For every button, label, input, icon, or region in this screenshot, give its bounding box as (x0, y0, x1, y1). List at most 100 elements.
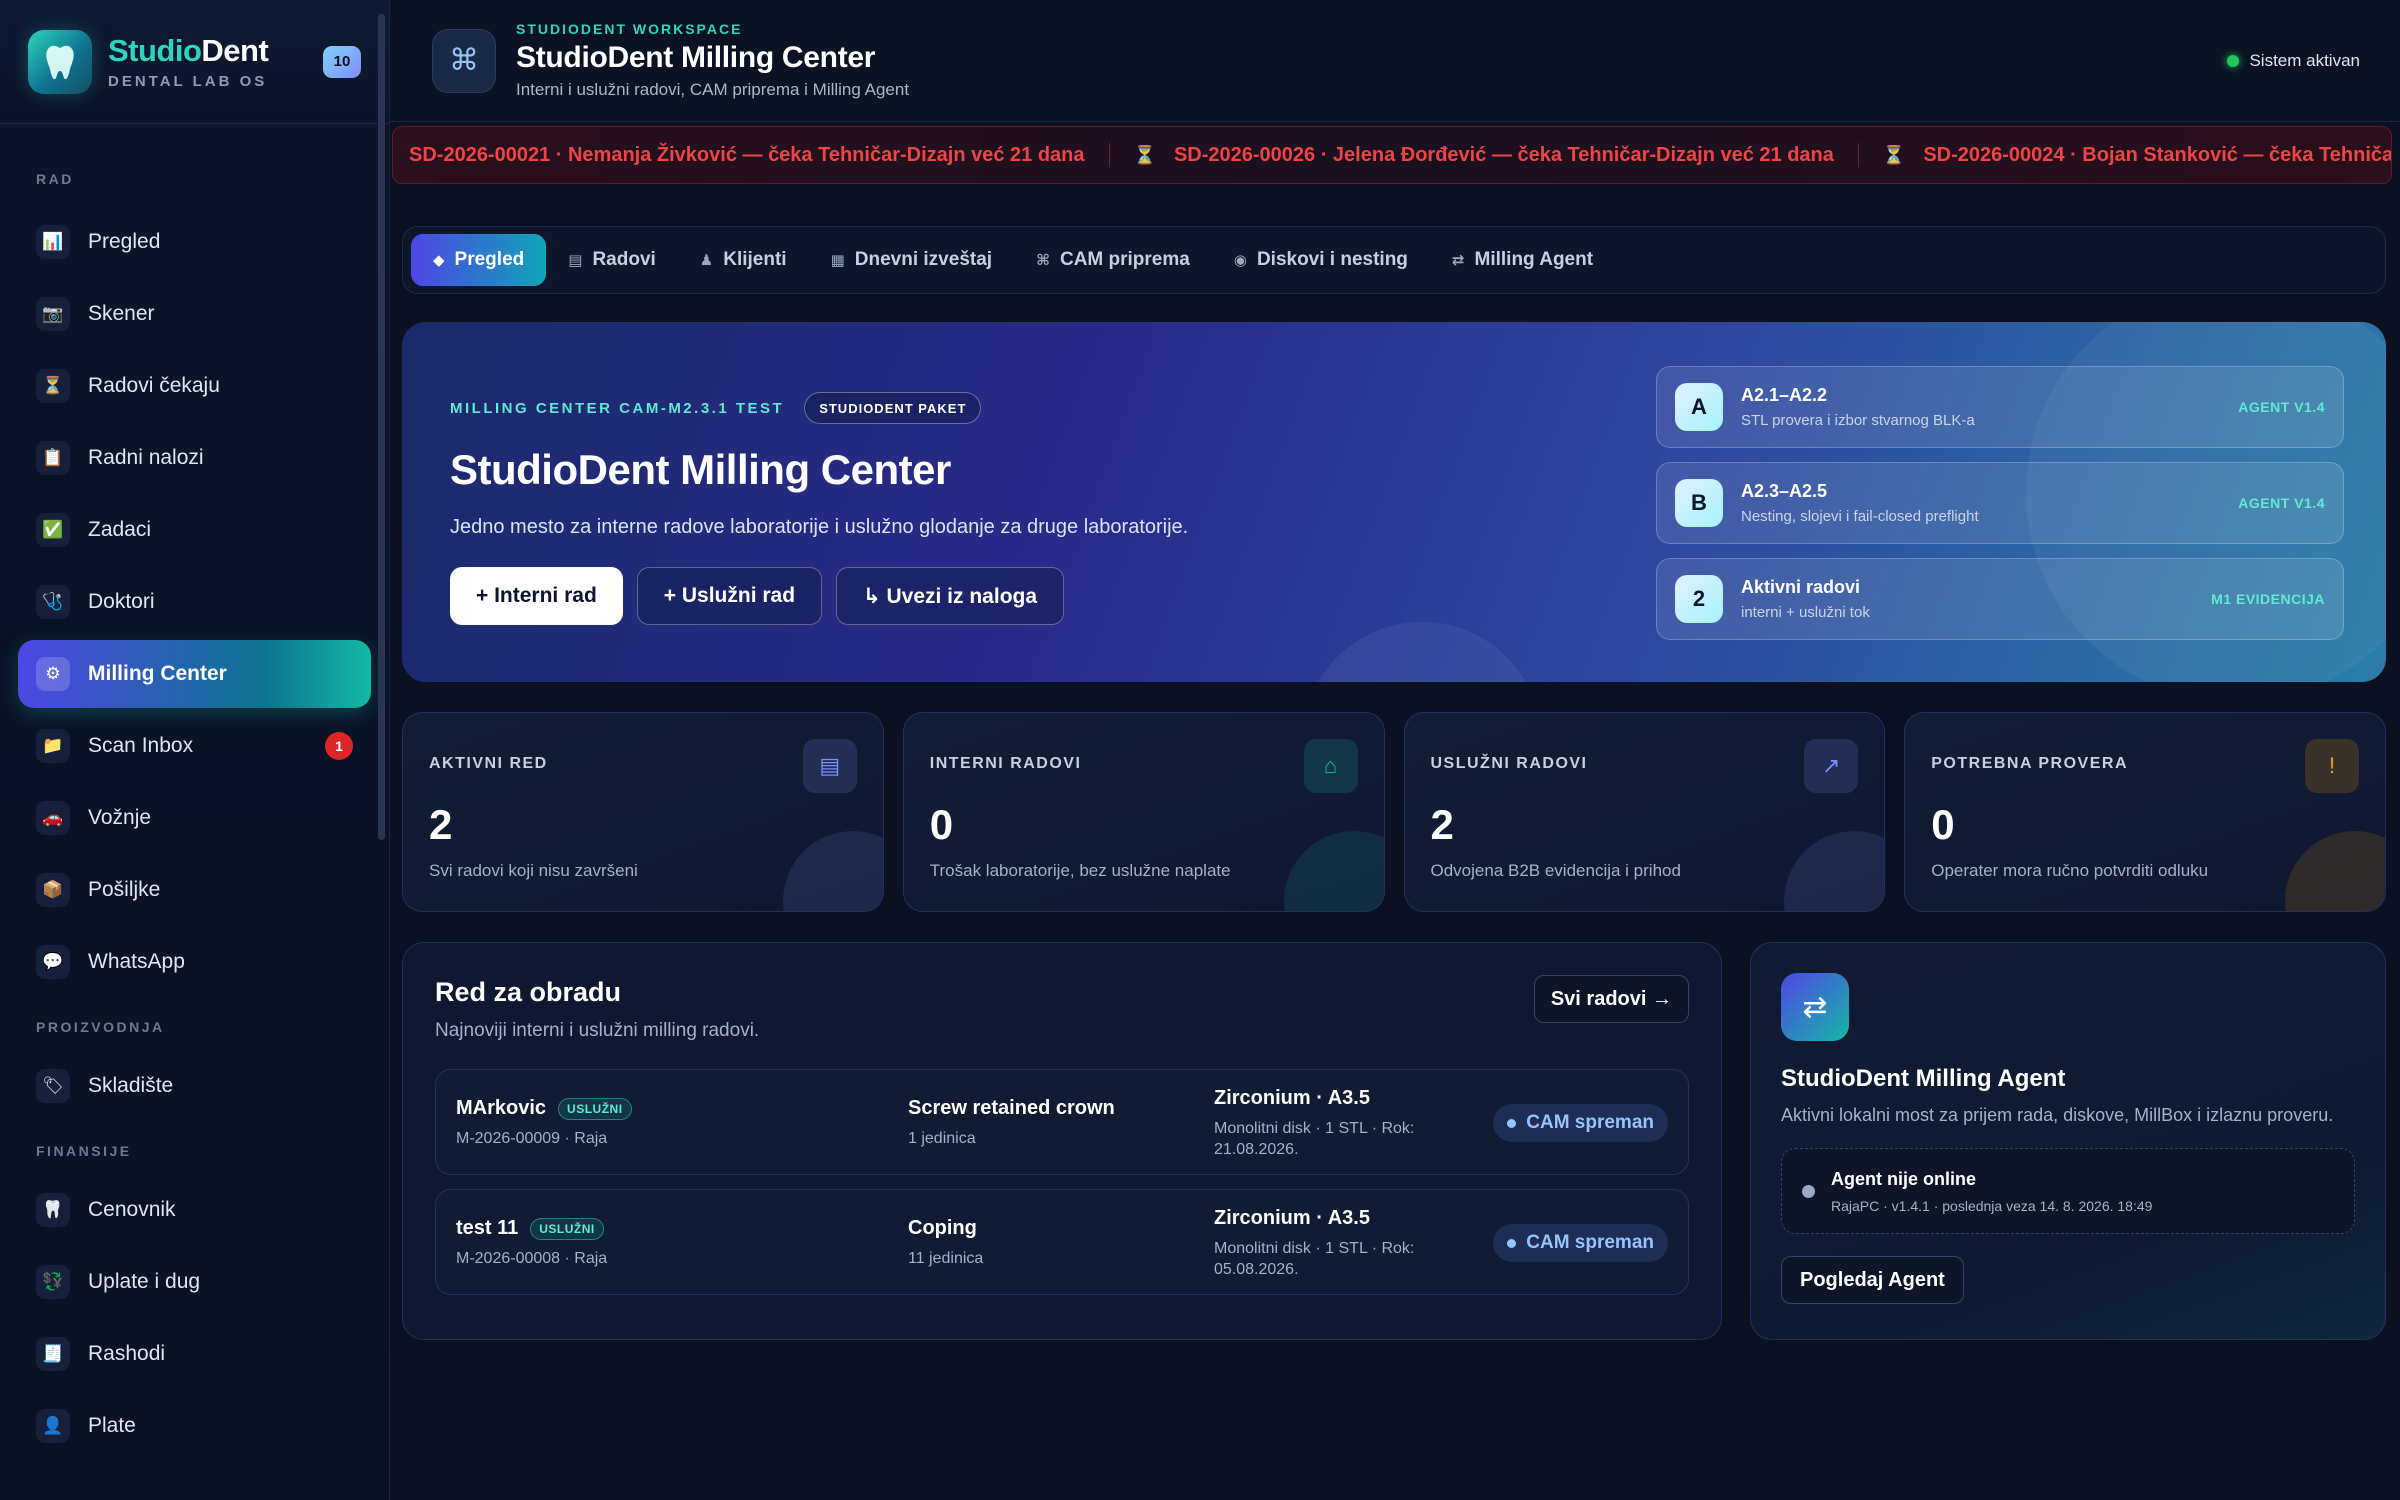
ticker-alert[interactable]: SD-2026-00026 · Jelena Đorđević — čeka T… (1174, 144, 1834, 167)
status-dot-icon (2227, 54, 2240, 67)
sidebar-item-pregled[interactable]: 📊 Pregled (18, 208, 371, 276)
tab-cam-priprema[interactable]: ⌘ CAM priprema (1014, 234, 1212, 286)
ticker-separator (1108, 143, 1110, 167)
ticker-separator (1857, 143, 1859, 167)
sidebar-item-label: Milling Center (88, 662, 227, 685)
stat-card-interni-radovi[interactable]: INTERNI RADOVI 0 Trošak laboratorije, bez … (902, 712, 1385, 912)
status-dot-icon (1507, 1118, 1517, 1128)
processing-queue: Red za obradu Najnoviji interni i uslužn… (402, 942, 1722, 1340)
brand-name-part1: Studio (108, 33, 202, 68)
offline-dot-icon (1802, 1184, 1815, 1198)
tab-milling-agent[interactable]: ⇄ Milling Agent (1430, 234, 1615, 286)
sidebar-item-uplate-i-dug[interactable]: 💱 Uplate i dug (18, 1248, 371, 1316)
tab-pregled[interactable]: ◆ Pregled (411, 234, 547, 286)
sidebar-item-rashodi[interactable]: 🧾 Rashodi (18, 1320, 371, 1388)
hourglass-icon: ⏳ (1882, 144, 1906, 165)
sidebar-item-posiljke[interactable]: 📦 Pošiljke (18, 856, 371, 924)
sidebar-item-milling-center[interactable]: ⚙ Milling Center (18, 640, 371, 708)
whatsapp-icon: 💬 (36, 945, 70, 979)
status-dot-icon (1507, 1238, 1517, 1248)
queue-title: Red za obradu (435, 977, 622, 1007)
page-subtitle: Interni i uslužni radovi, CAM priprema i… (516, 80, 910, 99)
stat-card-usluzni-radovi[interactable]: USLUŽNI RADOVI 2 Odvojena B2B evidencija i… (1403, 712, 1886, 912)
sidebar-item-voznje[interactable]: 🚗 Vožnje (18, 784, 371, 852)
cam-priprema-icon: ⌘ (1036, 252, 1050, 269)
job-details: Monolitni disk · 1 STL · Rok: 21.08.2026. (1214, 1118, 1414, 1160)
sidebar-scrollbar[interactable] (378, 14, 385, 840)
diskovi-i-nesting-icon: ◉ (1233, 252, 1247, 269)
tab-label: Radovi (592, 249, 656, 270)
stat-card-aktivni-red[interactable]: AKTIVNI RED 2 Svi radovi koji nisu završen… (402, 712, 884, 912)
stat-icon: ! (2305, 739, 2359, 793)
sidebar-item-doktori[interactable]: 🩺 Doktori (18, 568, 371, 636)
step-badge: 2 (1675, 575, 1723, 623)
sidebar-item-label: Pregled (88, 230, 161, 253)
agent-status-detail: RajaPC · v1.4.1 · poslednja veza 14. 8. … (1831, 1197, 2153, 1214)
scan-inbox-count-badge: 1 (325, 732, 353, 760)
tab-klijenti[interactable]: ♟ Klijenti (678, 234, 809, 286)
job-units: 11 jedinica (908, 1250, 984, 1267)
stat-value: 0 (929, 801, 954, 848)
package-badge: STUDIODENT PAKET (804, 392, 982, 424)
stat-card-potrebna-provera[interactable]: POTREBNA PROVERA 0 Operater mora ručno pot… (1904, 712, 2386, 912)
hero-title: StudioDent Milling Center (450, 446, 951, 493)
view-agent-button[interactable]: Pogledaj Agent (1781, 1256, 1964, 1304)
step-subtitle: STL provera i izbor stvarnog BLK-a (1741, 412, 1975, 429)
sidebar-item-label: Skladište (88, 1074, 174, 1097)
sidebar-item-zadaci[interactable]: ✅ Zadaci (18, 496, 371, 564)
roadmap-step[interactable]: B A2.3–A2.5 Nesting, slojevi i fail-closed… (1656, 462, 2344, 544)
client-name: MArkovic (456, 1097, 547, 1119)
queue-client: test 11 USLUŽNI (456, 1217, 607, 1240)
tab-radovi[interactable]: ▤ Radovi (546, 234, 678, 286)
step-title: A2.1–A2.2 (1741, 385, 1828, 405)
step-text: A2.1–A2.2 STL provera i izbor stvarnog BL… (1741, 385, 1975, 429)
plate-icon: 👤 (36, 1409, 70, 1443)
tooth-logo-icon[interactable] (28, 29, 92, 94)
cam-ready-status-badge[interactable]: CAM spreman (1493, 1104, 1668, 1142)
import-from-order-button[interactable]: ↳ Uvezi iz naloga (836, 567, 1065, 625)
add-internal-job-button[interactable]: + Interni rad (450, 567, 623, 625)
klijenti-icon: ♟ (699, 252, 714, 269)
brand-name[interactable]: StudioDent (108, 33, 323, 69)
roadmap-step[interactable]: A A2.1–A2.2 STL provera i izbor stvarnog B… (1656, 366, 2344, 448)
tab-label: Klijenti (723, 249, 787, 270)
tab-label: CAM priprema (1059, 249, 1190, 270)
sidebar-item-scan-inbox[interactable]: 📁 Scan Inbox 1 (18, 712, 371, 780)
sidebar-item-skladiste[interactable]: 🏷 Skladište (18, 1052, 371, 1120)
tab-dnevni-izvestaj[interactable]: ▦ Dnevni izveštaj (809, 234, 1014, 286)
add-service-job-button[interactable]: + Uslužni rad (636, 567, 823, 625)
ticker-alert[interactable]: SD-2026-00021 · Nemanja Živković — čeka … (409, 144, 1085, 167)
tab-label: Dnevni izveštaj (854, 249, 993, 270)
section-rad: RAD (36, 171, 74, 187)
page-title: StudioDent Milling Center (516, 41, 876, 74)
alert-ticker[interactable]: SD-2026-00021 · Nemanja Živković — čeka … (392, 126, 2392, 184)
sidebar-item-plate[interactable]: 👤 Plate (18, 1392, 371, 1460)
notification-badge[interactable]: 10 (323, 45, 361, 78)
sidebar-item-radni-nalozi[interactable]: 📋 Radni nalozi (18, 424, 371, 492)
cam-ready-status-badge[interactable]: CAM spreman (1493, 1224, 1668, 1262)
sidebar-item-cenovnik[interactable]: 🦷 Cenovnik (18, 1176, 371, 1244)
job-details: Monolitni disk · 1 STL · Rok: 05.08.2026. (1214, 1238, 1414, 1280)
stat-value: 2 (1430, 801, 1454, 848)
sidebar-item-label: Pošiljke (88, 878, 161, 901)
ticker-alert[interactable]: SD-2026-00024 · Bojan Stanković — čeka T… (1923, 144, 2391, 167)
header-kicker: STUDIODENT WORKSPACE (516, 21, 743, 37)
queue-material-col: Zirconium · A3.5 Monolitni disk · 1 STL ·… (1214, 1070, 1414, 1176)
sidebar-item-skener[interactable]: 📷 Skener (18, 280, 371, 348)
job-code: M-2026-00009 · Raja (456, 1130, 608, 1147)
queue-row[interactable]: MArkovic USLUŽNI M-2026-00009 · Raja Screw … (435, 1069, 1689, 1175)
queue-subtitle: Najnoviji interni i uslužni milling rado… (435, 1020, 760, 1041)
pregled-icon: 📊 (36, 225, 70, 259)
queue-row[interactable]: test 11 USLUŽNI M-2026-00008 · Raja Coping 1… (435, 1189, 1689, 1295)
roadmap-step[interactable]: 2 Aktivni radovi interni + uslužni tok M1 E… (1656, 558, 2344, 640)
queue-material-col: Zirconium · A3.5 Monolitni disk · 1 STL ·… (1214, 1190, 1414, 1296)
job-type: Coping (908, 1217, 977, 1239)
all-jobs-button[interactable]: Svi radovi → (1533, 975, 1689, 1023)
job-deadline: 21.08.2026. (1214, 1140, 1299, 1158)
agent-description: Aktivni lokalni most za prijem rada, dis… (1781, 1105, 2334, 1125)
sidebar-item-label: Zadaci (88, 518, 152, 541)
sidebar-item-whatsapp[interactable]: 💬 WhatsApp (18, 928, 371, 996)
tab-diskovi-i-nesting[interactable]: ◉ Diskovi i nesting (1212, 234, 1430, 286)
step-text: Aktivni radovi interni + uslužni tok (1741, 577, 1870, 621)
sidebar-item-radovi-cekaju[interactable]: ⏳ Radovi čekaju (18, 352, 371, 420)
